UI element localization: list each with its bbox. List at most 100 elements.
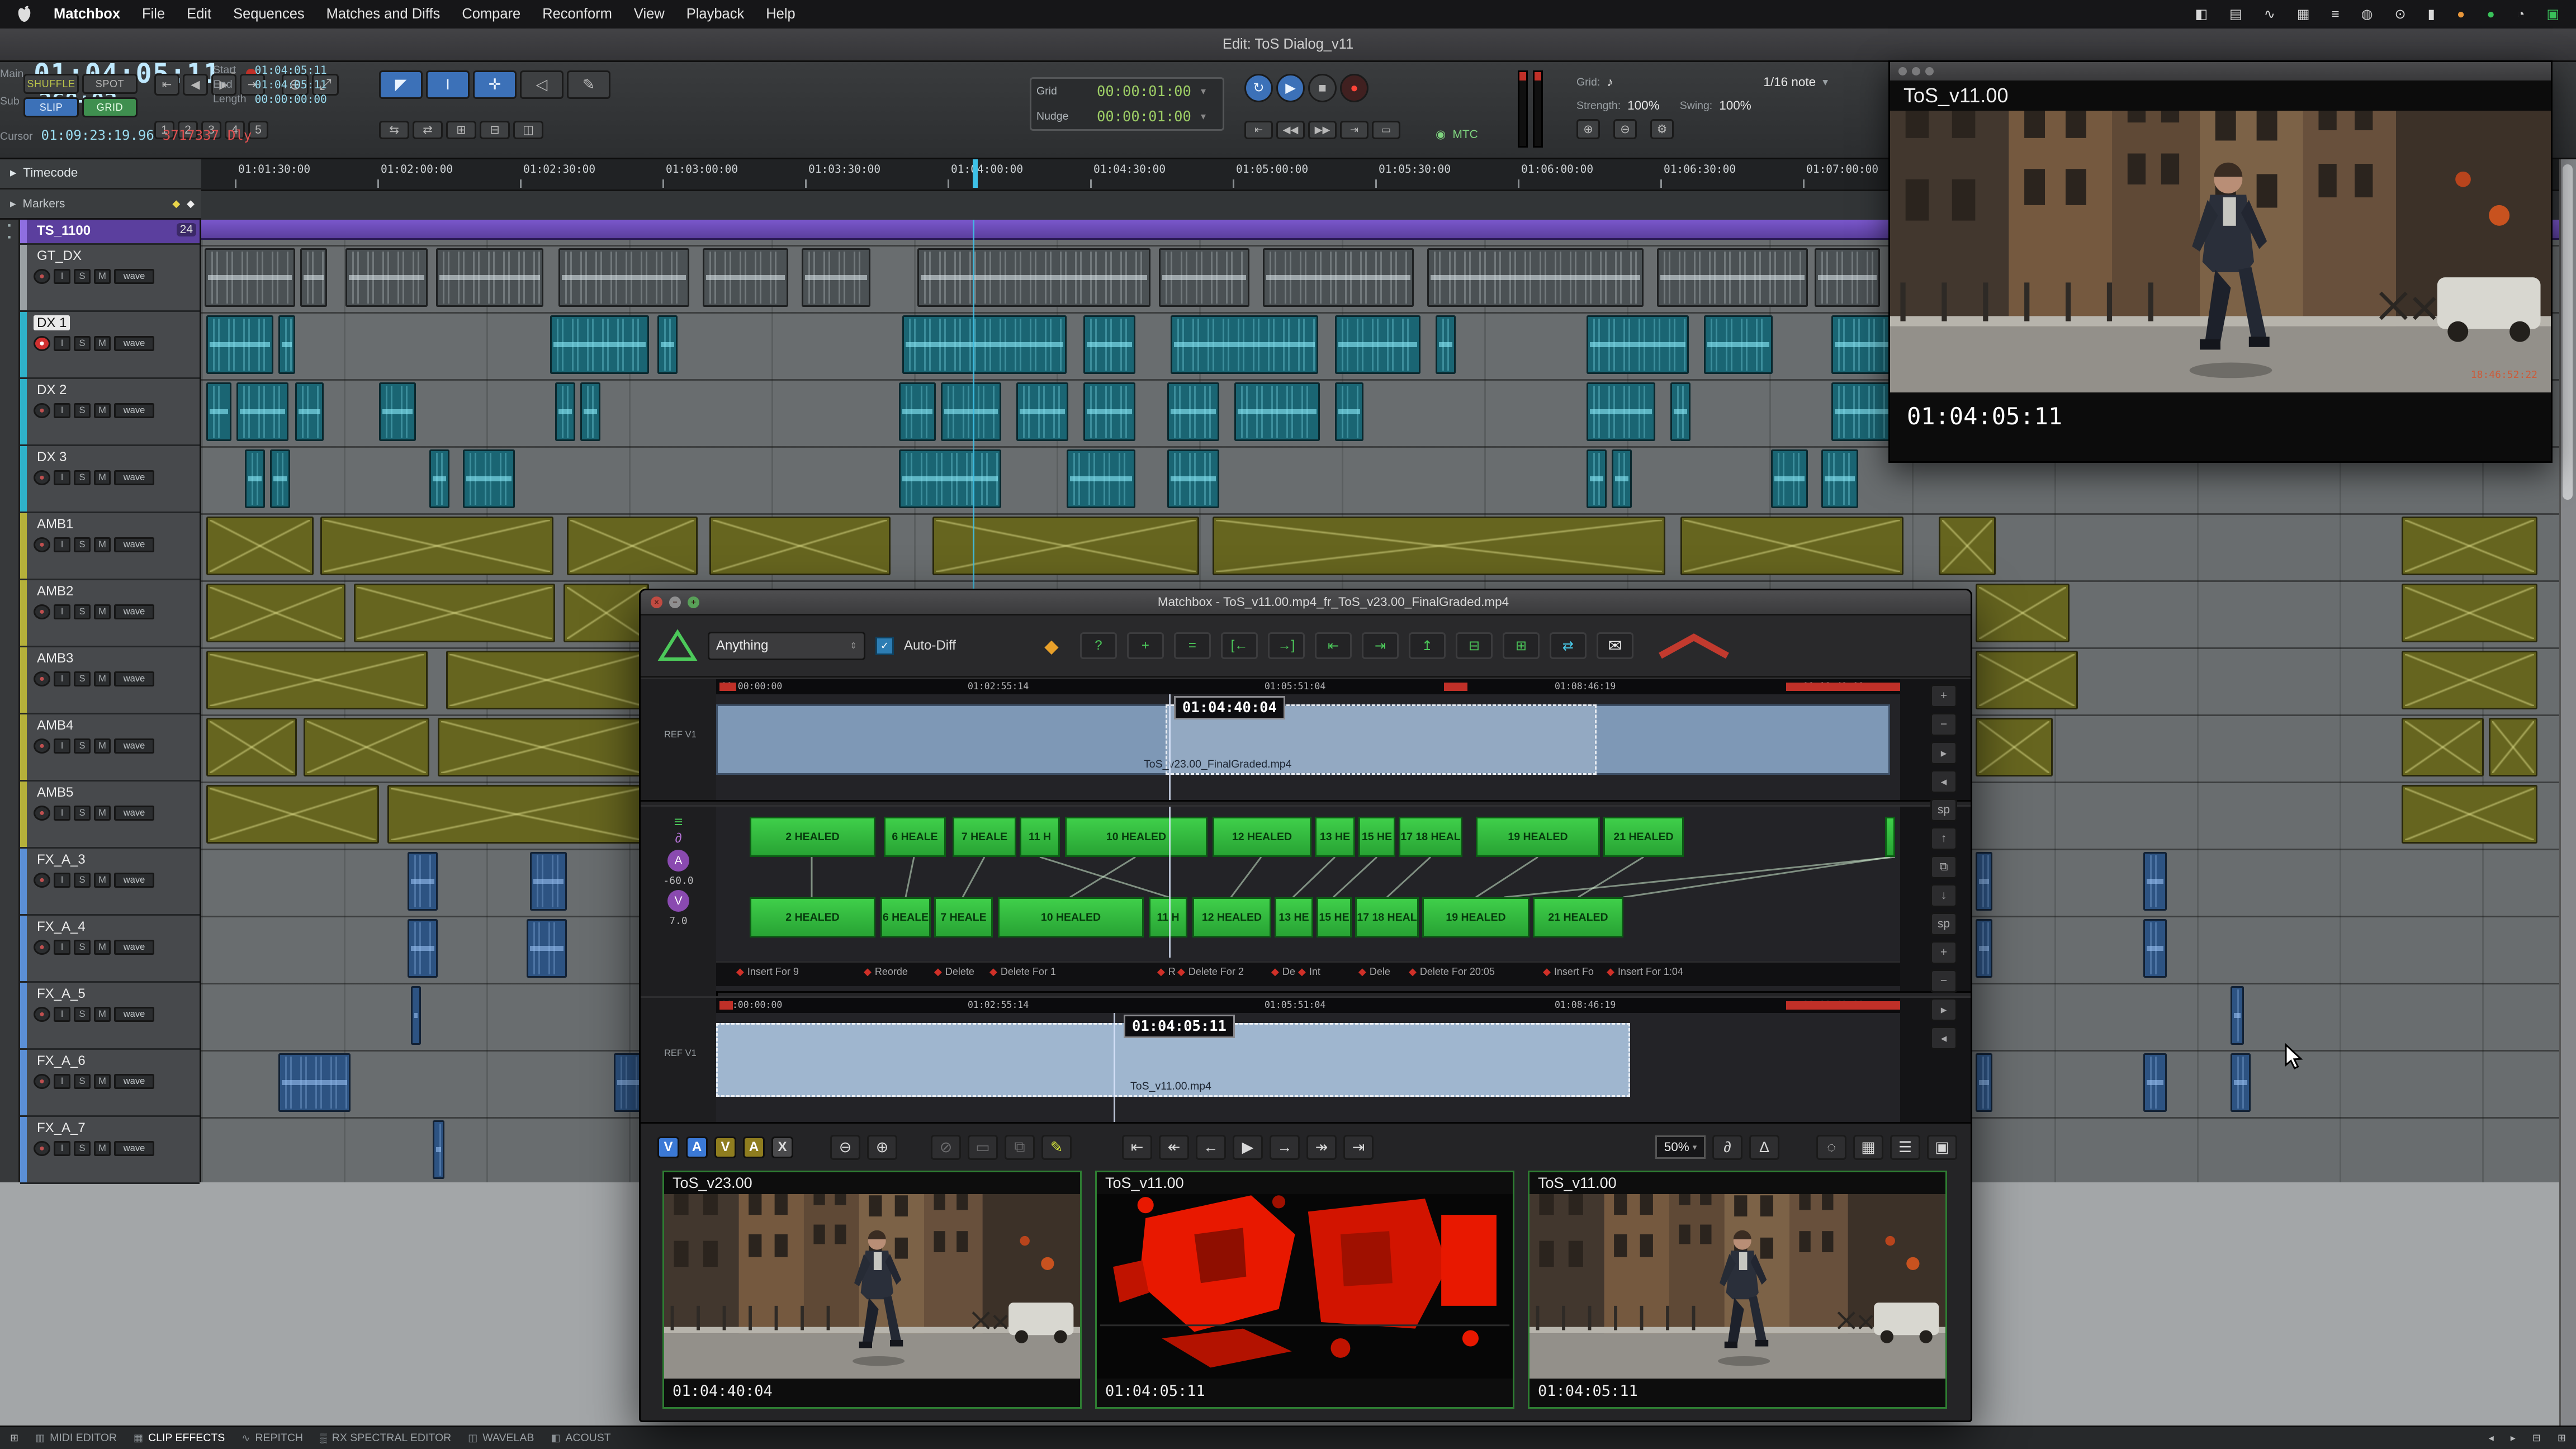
track-header[interactable]: FX_A_6 ● I S M wave	[20, 1050, 200, 1117]
step-forward-button[interactable]: →	[1270, 1135, 1300, 1160]
slip-mode-button[interactable]: SLIP	[23, 97, 79, 117]
window-control-icon[interactable]: −	[669, 596, 681, 608]
grid-tool-icon[interactable]: ⊕	[1576, 119, 1600, 139]
solo-button[interactable]: S	[74, 1007, 91, 1022]
audio-clip[interactable]	[657, 315, 678, 374]
status-icon[interactable]: ◔	[2517, 7, 2525, 22]
record-arm-button[interactable]: ●	[34, 671, 50, 686]
menu-item[interactable]: Compare	[462, 6, 520, 22]
track-view-selector[interactable]: wave	[114, 1141, 154, 1156]
track-header[interactable]: AMB2 ● I S M wave	[20, 580, 200, 647]
audio-b-toggle[interactable]: A	[743, 1137, 765, 1158]
audio-clip[interactable]	[387, 785, 646, 844]
zoom-out-track-button-2[interactable]: −	[1930, 969, 1957, 993]
bottom-tab[interactable]: ▒ RX SPECTRAL EDITOR	[320, 1432, 451, 1445]
window-control-icon[interactable]: ×	[651, 596, 662, 608]
track-name[interactable]: FX_A_4	[34, 919, 89, 934]
comparison-thumbnail[interactable]: ToS_v11.00 01:04:05:11	[1528, 1171, 1947, 1409]
audio-clip[interactable]	[527, 919, 567, 978]
equalize-button[interactable]: =	[1174, 632, 1211, 659]
difference-marker[interactable]: ◆ Delete For 20:05	[1409, 966, 1495, 978]
status-icon[interactable]: ▣	[2546, 6, 2559, 22]
healed-segment[interactable]: 11 H	[1020, 817, 1060, 857]
vertical-scrollbar[interactable]	[2559, 158, 2576, 1426]
delta-button[interactable]: Δ	[1749, 1135, 1779, 1160]
audio-clip[interactable]	[899, 382, 936, 441]
matchbox-window[interactable]: ×−+ Matchbox - ToS_v11.00.mp4_fr_ToS_v23…	[639, 589, 1972, 1422]
start-value[interactable]: 01:04:05:11	[255, 64, 327, 77]
edit-option-button[interactable]: ◫	[513, 121, 543, 139]
track-name[interactable]: FX_A_3	[34, 852, 89, 867]
audio-clip[interactable]	[1427, 248, 1644, 307]
video-level-value[interactable]: 7.0	[641, 915, 716, 927]
edit-tool-button[interactable]: ✛	[473, 70, 517, 99]
record-arm-button[interactable]: ●	[34, 940, 50, 955]
audio-clip[interactable]	[902, 315, 1067, 374]
mute-button[interactable]: M	[94, 1074, 111, 1089]
monitor-a-speaker[interactable]: sp	[1930, 798, 1957, 822]
audio-clip[interactable]	[917, 248, 1150, 307]
scroll-corner-button[interactable]: ⊟	[2532, 1432, 2541, 1444]
audio-clip[interactable]	[1263, 248, 1414, 307]
mute-button[interactable]: M	[94, 738, 111, 754]
track-name[interactable]: DX 3	[34, 449, 70, 465]
audio-clip[interactable]	[446, 651, 647, 709]
zoom-nav-button[interactable]: ◀	[183, 74, 208, 96]
audio-clip[interactable]	[1657, 248, 1808, 307]
track-header[interactable]: DX 1 ● I S M wave	[20, 312, 200, 379]
grid-tool-icon[interactable]: ⊖	[1613, 119, 1637, 139]
track-header[interactable]: FX_A_5 ● I S M wave	[20, 983, 200, 1050]
nudge-right-button-2[interactable]: ▸	[1930, 998, 1957, 1021]
track-view-selector[interactable]: wave	[114, 806, 154, 821]
zoom-in-button[interactable]: ⊕	[867, 1135, 897, 1160]
audio-clip[interactable]	[345, 248, 428, 307]
healed-segment[interactable]: 15 HE	[1317, 897, 1352, 937]
record-arm-button[interactable]: ●	[34, 604, 50, 619]
end-value[interactable]: 01:04:05:11	[255, 78, 327, 91]
audio-a-toggle[interactable]: A	[686, 1137, 708, 1158]
layout-toggle-icon[interactable]: ☰	[1890, 1135, 1920, 1160]
track-header[interactable]: GT_DX ● I S M wave	[20, 245, 200, 312]
audio-clip[interactable]	[703, 248, 788, 307]
menu-item[interactable]: File	[142, 6, 165, 22]
audio-clip[interactable]	[2402, 718, 2484, 776]
monitor-b-speaker[interactable]: sp	[1930, 912, 1957, 936]
audio-clip[interactable]	[564, 584, 649, 642]
track-header[interactable]: DX 2 ● I S M wave	[20, 379, 200, 446]
spot-mode-button[interactable]: SPOT	[82, 74, 138, 94]
track-header[interactable]: AMB4 ● I S M wave	[20, 714, 200, 782]
menu-item[interactable]: View	[634, 6, 665, 22]
transport-small-button[interactable]: ⇥	[1340, 121, 1368, 139]
record-arm-button[interactable]: ●	[34, 470, 50, 485]
align-left-button[interactable]: ⇤	[1315, 632, 1352, 659]
audio-clip[interactable]	[438, 718, 646, 776]
mute-button[interactable]: M	[94, 470, 111, 485]
audio-clip[interactable]	[2143, 919, 2167, 978]
add-match-button[interactable]: +	[1127, 632, 1164, 659]
healed-segment[interactable]: 15 HE	[1358, 817, 1395, 857]
grid-resolution-caret-icon[interactable]: ▾	[1822, 75, 1828, 89]
healed-segment[interactable]: 10 HEALED	[998, 897, 1144, 937]
track-name[interactable]: AMB5	[34, 785, 77, 800]
mute-button[interactable]: M	[94, 537, 111, 552]
healed-segment[interactable]	[1885, 817, 1895, 857]
input-monitor-button[interactable]: I	[54, 269, 70, 284]
track-name[interactable]: DX 1	[34, 315, 70, 330]
scroll-corner-button[interactable]: ◂	[2489, 1432, 2494, 1444]
solo-button[interactable]: S	[74, 403, 91, 418]
audio-clip[interactable]	[558, 248, 689, 307]
difference-marker[interactable]: ◆ Reorde	[864, 966, 908, 978]
match-to-end-button[interactable]: →]	[1268, 632, 1305, 659]
track-view-selector[interactable]: wave	[114, 873, 154, 888]
match-to-start-button[interactable]: [←	[1221, 632, 1258, 659]
track-name[interactable]: DX 2	[34, 382, 70, 397]
match-panel[interactable]: ≡ ∂ A -60.0 V 7.0 2 HEALED6 HEALE7 HEALE…	[641, 805, 1972, 993]
status-icon[interactable]: ▤	[2229, 6, 2242, 22]
align-right-button[interactable]: ⇥	[1362, 632, 1399, 659]
track-name[interactable]: AMB1	[34, 517, 77, 532]
window-control-icon[interactable]: +	[688, 596, 699, 608]
audio-clip[interactable]	[580, 382, 600, 441]
edit-option-button[interactable]: ⇄	[413, 121, 443, 139]
zoom-out-track-button[interactable]: −	[1930, 713, 1957, 736]
match-preset-select[interactable]: Anything ⇕	[708, 632, 865, 660]
